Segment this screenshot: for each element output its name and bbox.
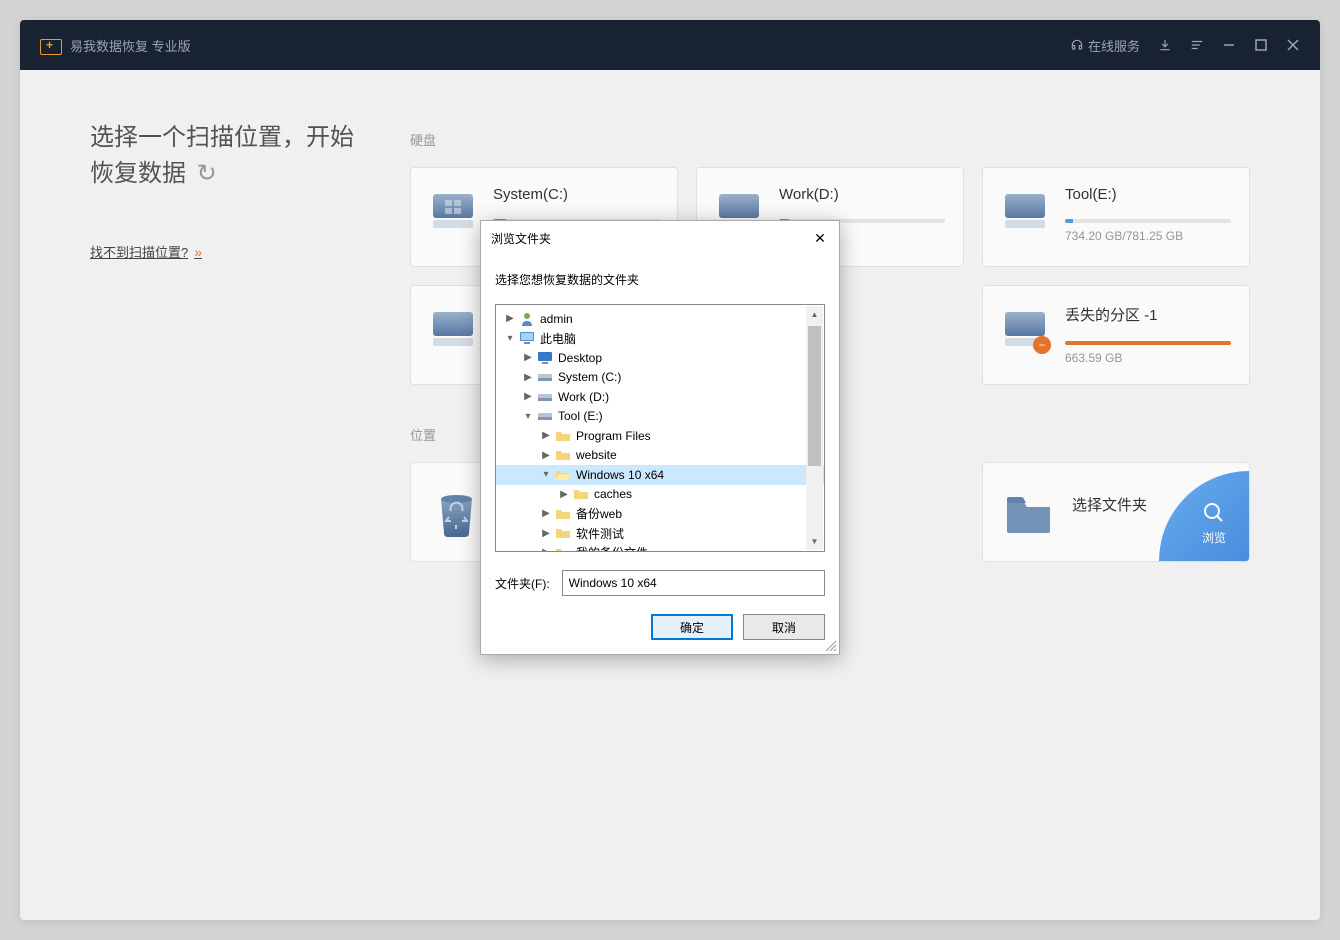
dialog-close-button[interactable]: ✕ <box>811 229 829 247</box>
expand-icon[interactable]: ▶ <box>522 391 534 402</box>
expand-icon[interactable]: ▶ <box>540 450 552 461</box>
expand-icon[interactable]: ▶ <box>540 528 552 539</box>
tree-item-work-d[interactable]: ▶Work (D:) <box>496 387 824 407</box>
expand-icon[interactable]: ▶ <box>540 430 552 441</box>
folder-icon <box>573 486 589 502</box>
folder-tree[interactable]: ▶admin ▾此电脑 ▶Desktop ▶System (C:) ▶Work … <box>496 305 824 551</box>
drive-icon <box>537 408 553 424</box>
expand-icon[interactable]: ▶ <box>540 508 552 519</box>
folder-icon <box>555 428 571 444</box>
tree-item-desktop[interactable]: ▶Desktop <box>496 348 824 368</box>
scroll-up-icon[interactable]: ▲ <box>806 306 823 323</box>
tree-item-this-pc[interactable]: ▾此电脑 <box>496 329 824 349</box>
folder-icon <box>555 447 571 463</box>
folder-field-label: 文件夹(F): <box>495 575 550 592</box>
expand-icon[interactable]: ▶ <box>522 372 534 383</box>
ok-button[interactable]: 确定 <box>651 614 733 640</box>
tree-item-soft-test[interactable]: ▶软件测试 <box>496 524 824 544</box>
expand-icon[interactable]: ▶ <box>558 489 570 500</box>
dialog-prompt: 选择您想恢复数据的文件夹 <box>495 271 825 288</box>
drive-icon <box>537 389 553 405</box>
expand-icon[interactable]: ▶ <box>504 313 516 324</box>
scroll-thumb[interactable] <box>808 326 821 466</box>
folder-tree-container: ▶admin ▾此电脑 ▶Desktop ▶System (C:) ▶Work … <box>495 304 825 552</box>
dialog-body: 选择您想恢复数据的文件夹 ▶admin ▾此电脑 ▶Desktop ▶Syste… <box>481 255 839 654</box>
drive-icon <box>537 369 553 385</box>
tree-item-system-c[interactable]: ▶System (C:) <box>496 368 824 388</box>
dialog-buttons: 确定 取消 <box>495 614 825 640</box>
user-icon <box>519 311 535 327</box>
tree-item-caches[interactable]: ▶caches <box>496 485 824 505</box>
expand-icon[interactable]: ▶ <box>522 352 534 363</box>
browse-folder-dialog: 浏览文件夹 ✕ 选择您想恢复数据的文件夹 ▶admin ▾此电脑 ▶Deskto… <box>480 220 840 655</box>
collapse-icon[interactable]: ▾ <box>540 469 552 480</box>
collapse-icon[interactable]: ▾ <box>522 411 534 422</box>
resize-grip-icon[interactable] <box>825 640 837 652</box>
collapse-icon[interactable]: ▾ <box>504 333 516 344</box>
folder-icon <box>555 506 571 522</box>
tree-item-website[interactable]: ▶website <box>496 446 824 466</box>
cancel-button[interactable]: 取消 <box>743 614 825 640</box>
tree-item-my-backup[interactable]: ▶我的备份文件 <box>496 543 824 551</box>
folder-open-icon <box>555 467 571 483</box>
scrollbar[interactable]: ▲ ▼ <box>806 306 823 550</box>
tree-item-windows-10-x64[interactable]: ▾Windows 10 x64 <box>496 465 824 485</box>
folder-name-input[interactable] <box>562 570 825 596</box>
tree-item-tool-e[interactable]: ▾Tool (E:) <box>496 407 824 427</box>
dialog-title: 浏览文件夹 <box>491 230 811 247</box>
scroll-down-icon[interactable]: ▼ <box>806 533 823 550</box>
folder-icon <box>555 525 571 541</box>
dialog-titlebar: 浏览文件夹 ✕ <box>481 221 839 255</box>
expand-icon[interactable]: ▶ <box>540 547 552 551</box>
computer-icon <box>519 330 535 346</box>
desktop-icon <box>537 350 553 366</box>
folder-icon <box>555 545 571 551</box>
folder-name-field: 文件夹(F): <box>495 570 825 596</box>
tree-item-admin[interactable]: ▶admin <box>496 309 824 329</box>
tree-item-backup-web[interactable]: ▶备份web <box>496 504 824 524</box>
tree-item-program-files[interactable]: ▶Program Files <box>496 426 824 446</box>
